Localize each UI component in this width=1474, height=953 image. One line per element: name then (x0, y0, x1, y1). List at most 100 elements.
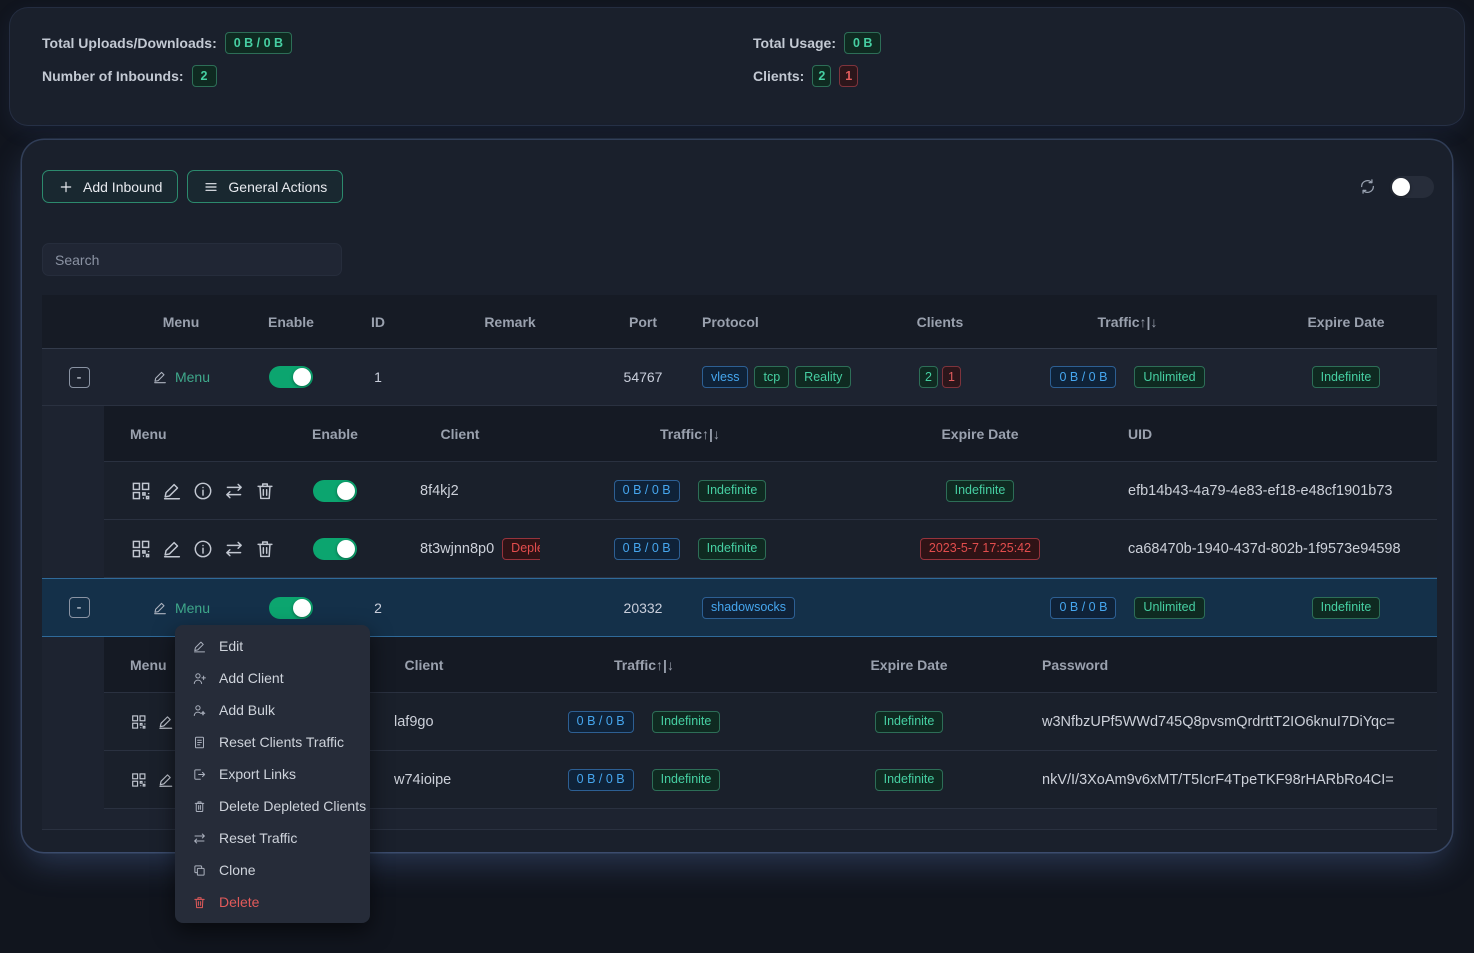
inbound-menu-label: Menu (175, 369, 210, 385)
menu-item-label: Add Client (219, 670, 284, 686)
client-expire: Indefinite (784, 769, 1034, 791)
menu-item-clone[interactable]: Clone (175, 854, 370, 886)
client-row: 8f4kj2 0 B / 0 B Indefinite Indefinite e… (104, 462, 1437, 520)
inbound-1-clients-table: Menu Enable Client Traffic↑|↓ Expire Dat… (104, 406, 1437, 578)
client-actions (104, 480, 290, 502)
header-expire-date: Expire Date (1255, 314, 1437, 330)
menu-item-reset-clients-traffic[interactable]: Reset Clients Traffic (175, 726, 370, 758)
protocol-tag: vless (702, 366, 748, 388)
menu-item-add-client[interactable]: Add Client (175, 662, 370, 694)
info-icon[interactable] (192, 538, 214, 560)
menu-item-export-links[interactable]: Export Links (175, 758, 370, 790)
total-uploads-downloads-label: Total Uploads/Downloads: (42, 35, 217, 51)
collapse-row-button[interactable]: - (69, 367, 90, 388)
inbound-context-menu: Edit Add Client Add Bulk Reset Clients T… (175, 625, 370, 923)
expire-badge: Indefinite (1312, 366, 1381, 388)
qrcode-icon[interactable] (130, 769, 148, 791)
inbound-port: 54767 (600, 369, 686, 385)
inbound-menu-label: Menu (175, 600, 210, 616)
menu-item-add-bulk[interactable]: Add Bulk (175, 694, 370, 726)
add-bulk-icon (192, 703, 207, 718)
header-password: Password (1034, 657, 1437, 673)
menu-item-label: Add Bulk (219, 702, 275, 718)
collapse-row-button[interactable]: - (69, 597, 90, 618)
inbound-menu-trigger[interactable]: Menu (152, 600, 210, 616)
delete-depleted-clients-icon (192, 799, 207, 814)
inbound-protocol-tags: vless tcp Reality (686, 366, 880, 388)
search-input[interactable] (42, 243, 342, 276)
export-links-icon (192, 767, 207, 782)
header-clients: Clients (880, 314, 1000, 330)
header-enable: Enable (246, 314, 336, 330)
edit-icon (152, 600, 168, 616)
client-expire: 2023-5-7 17:25:42 (840, 538, 1120, 560)
add-inbound-button[interactable]: Add Inbound (42, 170, 178, 203)
inbound-enable-toggle[interactable] (269, 597, 313, 619)
menu-item-edit[interactable]: Edit (175, 630, 370, 662)
plus-icon (58, 179, 74, 195)
reset-client-traffic-icon[interactable] (223, 480, 245, 502)
traffic-limit-badge: Unlimited (1134, 366, 1204, 388)
inbound-port: 20332 (600, 600, 686, 616)
edit-client-icon[interactable] (157, 711, 175, 733)
header-port: Port (600, 314, 686, 330)
info-icon[interactable] (192, 480, 214, 502)
general-actions-button[interactable]: General Actions (187, 170, 343, 203)
delete-client-icon[interactable] (254, 480, 276, 502)
clients-active-badge: 2 (919, 366, 938, 388)
protocol-tag: tcp (754, 366, 789, 388)
auto-refresh-toggle[interactable] (1390, 176, 1434, 198)
traffic-badge: 0 B / 0 B (568, 711, 634, 733)
add-inbound-label: Add Inbound (83, 179, 162, 195)
reset-client-traffic-icon[interactable] (223, 538, 245, 560)
menu-item-delete[interactable]: Delete (175, 886, 370, 918)
clients-count: Clients: 2 1 (753, 65, 1464, 87)
inbound-protocol-tags: shadowsocks (686, 597, 880, 619)
number-of-inbounds: Number of Inbounds: 2 (42, 65, 753, 87)
expire-badge: 2023-5-7 17:25:42 (920, 538, 1040, 560)
traffic-limit-badge: Indefinite (698, 538, 767, 560)
client-actions (104, 538, 290, 560)
inbound-clients-badges: 2 1 (880, 366, 1000, 388)
client-traffic: 0 B / 0 B Indefinite (540, 538, 840, 560)
inbound-enable-toggle[interactable] (269, 366, 313, 388)
refresh-icon[interactable] (1358, 177, 1377, 196)
inbound-traffic: 0 B / 0 B Unlimited (1000, 597, 1255, 619)
header-traffic-sort[interactable]: Traffic↑|↓ (504, 657, 784, 673)
edit-client-icon[interactable] (161, 480, 183, 502)
delete-client-icon[interactable] (254, 538, 276, 560)
clone-icon (192, 863, 207, 878)
inbound-menu-trigger[interactable]: Menu (152, 369, 210, 385)
edit-client-icon[interactable] (161, 538, 183, 560)
menu-item-delete-depleted-clients[interactable]: Delete Depleted Clients (175, 790, 370, 822)
traffic-limit-badge: Indefinite (652, 769, 721, 791)
traffic-badge: 0 B / 0 B (568, 769, 634, 791)
menu-item-reset-traffic[interactable]: Reset Traffic (175, 822, 370, 854)
header-protocol: Protocol (686, 314, 880, 330)
expire-badge: Indefinite (946, 480, 1015, 502)
traffic-limit-badge: Unlimited (1134, 597, 1204, 619)
traffic-badge: 0 B / 0 B (614, 480, 680, 502)
total-usage-value: 0 B (844, 32, 881, 54)
qrcode-icon[interactable] (130, 538, 152, 560)
header-traffic-sort[interactable]: Traffic↑|↓ (540, 426, 840, 442)
client-enable-toggle[interactable] (313, 538, 357, 560)
client-enable-toggle[interactable] (313, 480, 357, 502)
clients-active-badge: 2 (812, 65, 831, 87)
header-traffic-sort[interactable]: Traffic↑|↓ (1000, 314, 1255, 330)
edit-client-icon[interactable] (157, 769, 175, 791)
qrcode-icon[interactable] (130, 480, 152, 502)
menu-item-label: Clone (219, 862, 256, 878)
header-uid: UID (1120, 426, 1437, 442)
stats-right-column: Total Usage: 0 B Clients: 2 1 (753, 32, 1464, 125)
reset-traffic-icon (192, 831, 207, 846)
header-expire-date: Expire Date (840, 426, 1120, 442)
header-menu: Menu (116, 314, 246, 330)
menu-item-label: Delete (219, 894, 259, 910)
client-traffic: 0 B / 0 B Indefinite (504, 769, 784, 791)
qrcode-icon[interactable] (130, 711, 148, 733)
inbound-expire: Indefinite (1255, 366, 1437, 388)
inbound-id: 1 (336, 369, 420, 385)
clients-label: Clients: (753, 68, 804, 84)
toolbar-right (1358, 176, 1434, 198)
